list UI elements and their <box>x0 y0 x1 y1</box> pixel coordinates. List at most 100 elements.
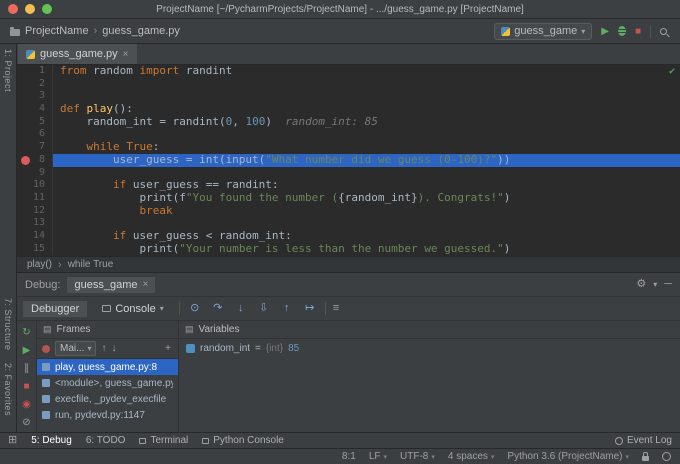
run-configuration-selector[interactable]: guess_game ▾ <box>494 23 592 40</box>
debug-button[interactable] <box>618 26 626 36</box>
tab-guess-game[interactable]: guess_game.py × <box>18 44 137 64</box>
minimize-window-button[interactable] <box>25 4 35 14</box>
variable-icon <box>186 344 195 353</box>
show-execution-point-button[interactable]: ⊙ <box>187 303 203 314</box>
gutter-line-8[interactable]: 8 <box>17 154 53 167</box>
status-bar: 8:1 LF ▾ UTF-8 ▾ 4 spaces ▾ Python 3.6 (… <box>0 448 680 464</box>
close-icon[interactable]: × <box>142 279 148 290</box>
code-line-8[interactable]: 8 user_guess = int(input("What number di… <box>17 154 680 167</box>
gear-icon[interactable]: ⚙ <box>636 279 646 290</box>
gutter-line-12[interactable]: 12 <box>17 205 53 218</box>
lock-icon[interactable] <box>642 456 649 461</box>
code-editor[interactable]: 1from random import randint234def play()… <box>17 65 680 256</box>
rerun-button[interactable]: ↻ <box>22 323 30 341</box>
variables-panel-title: Variables <box>199 324 240 335</box>
frame-item[interactable]: execfile, _pydev_execfile <box>37 391 178 407</box>
code-line-1[interactable]: 1from random import randint <box>17 65 680 78</box>
code-line-15[interactable]: 15 print("Your number is less than the n… <box>17 243 680 256</box>
close-icon[interactable]: × <box>123 49 129 60</box>
inspection-ok-icon: ✔ <box>669 66 675 77</box>
interpreter-selector[interactable]: Python 3.6 (ProjectName) ▾ <box>507 451 629 462</box>
indent-selector[interactable]: 4 spaces ▾ <box>448 451 495 462</box>
frame-item[interactable]: play, guess_game.py:8 <box>37 359 178 375</box>
frame-up-button[interactable]: ↑ <box>101 343 106 354</box>
gutter-line-14[interactable]: 14 <box>17 230 53 243</box>
gutter-line-9[interactable]: 9 <box>17 167 53 180</box>
gutter-line-10[interactable]: 10 <box>17 179 53 192</box>
stop-button[interactable]: ■ <box>635 26 641 37</box>
code-line-2[interactable]: 2 <box>17 78 680 91</box>
view-breakpoints-button[interactable]: ◉ <box>22 395 31 413</box>
hide-toolwindow-icon[interactable]: ─ <box>664 279 672 290</box>
thread-selector-label: Mai... <box>60 343 84 354</box>
gutter-line-6[interactable]: 6 <box>17 128 53 141</box>
toolwindow-button-python-console[interactable]: Python Console <box>202 435 284 446</box>
debug-toolbar: Debugger Console ▾ ⊙ ↷ ↓ ⇩ ↑ ↦ ≡ <box>17 296 680 320</box>
sidebar-item-structure[interactable]: 7: Structure <box>3 298 13 351</box>
add-button[interactable]: + <box>165 343 173 354</box>
frame-item[interactable]: <module>, guess_game.py <box>37 375 178 391</box>
gutter-line-2[interactable]: 2 <box>17 78 53 91</box>
gutter-line-3[interactable]: 3 <box>17 90 53 103</box>
tab-debugger[interactable]: Debugger <box>23 301 87 317</box>
chevron-down-icon: ▾ <box>581 27 585 36</box>
tab-console[interactable]: Console ▾ <box>94 301 171 317</box>
search-everywhere-icon[interactable] <box>660 28 667 35</box>
gutter-line-5[interactable]: 5 <box>17 116 53 129</box>
caret-position[interactable]: 8:1 <box>342 451 356 462</box>
encoding-selector[interactable]: UTF-8 ▾ <box>400 451 435 462</box>
chevron-right-icon: › <box>94 25 98 37</box>
toolwindow-button-debug[interactable]: 5: Debug <box>31 435 72 446</box>
run-button[interactable]: ▶ <box>601 26 609 37</box>
gutter-line-7[interactable]: 7 <box>17 141 53 154</box>
step-into-button[interactable]: ↓ <box>233 303 249 314</box>
step-over-button[interactable]: ↷ <box>210 303 226 314</box>
variable-row[interactable]: random_int = {int} 85 <box>186 343 673 354</box>
breadcrumb-project[interactable]: ProjectName <box>25 25 89 37</box>
stop-debug-button[interactable]: ■ <box>23 377 29 395</box>
step-out-button[interactable]: ↑ <box>279 303 295 314</box>
gutter-line-1[interactable]: 1 <box>17 65 53 78</box>
sidebar-item-favorites[interactable]: 2: Favorites <box>3 363 13 416</box>
event-log-icon <box>615 437 623 445</box>
gutter-line-4[interactable]: 4 <box>17 103 53 116</box>
frame-down-button[interactable]: ↓ <box>111 343 116 354</box>
code-text: user_guess = int(input("What number did … <box>53 154 680 167</box>
gutter-line-13[interactable]: 13 <box>17 217 53 230</box>
titlebar[interactable]: ProjectName [~/PycharmProjects/ProjectNa… <box>0 0 680 19</box>
gutter-line-15[interactable]: 15 <box>17 243 53 256</box>
console-icon <box>102 305 111 312</box>
run-to-cursor-button[interactable]: ↦ <box>302 303 318 314</box>
gutter-line-11[interactable]: 11 <box>17 192 53 205</box>
frame-icon <box>42 363 50 371</box>
run-toolbar: guess_game ▾ ▶ ■ <box>494 23 670 40</box>
project-folder-icon <box>10 29 20 36</box>
code-line-5[interactable]: 5 random_int = randint(0, 100) random_in… <box>17 116 680 129</box>
toolwindow-switcher-icon[interactable]: ⊞ <box>8 435 17 446</box>
code-text <box>53 78 680 91</box>
hector-inspector-icon[interactable] <box>662 452 671 461</box>
close-window-button[interactable] <box>8 4 18 14</box>
variables-panel-header: ▤ Variables <box>179 321 680 339</box>
debugger-tab-label: Debugger <box>31 303 79 315</box>
sidebar-item-project[interactable]: 1: Project <box>3 49 13 92</box>
toolwindow-button-terminal[interactable]: Terminal <box>139 435 188 446</box>
event-log-button[interactable]: Event Log <box>615 435 672 446</box>
force-step-into-button[interactable]: ⇩ <box>256 303 272 314</box>
code-line-12[interactable]: 12 break <box>17 205 680 218</box>
zoom-window-button[interactable] <box>42 4 52 14</box>
resume-button[interactable]: ▶ <box>23 341 31 359</box>
line-separator-selector[interactable]: LF ▾ <box>369 451 387 462</box>
breadcrumb-scope[interactable]: play() <box>27 259 52 270</box>
pause-button[interactable]: ∥ <box>24 359 29 377</box>
mute-breakpoints-button[interactable]: ⊘ <box>22 413 30 431</box>
thread-selector[interactable]: Mai... ▾ <box>55 341 96 356</box>
breadcrumb-block[interactable]: while True <box>68 259 114 270</box>
debug-session-tab[interactable]: guess_game × <box>67 277 155 293</box>
breadcrumb-file[interactable]: guess_game.py <box>102 25 180 37</box>
frame-item[interactable]: run, pydevd.py:1147 <box>37 407 178 423</box>
breakpoint-dot[interactable] <box>21 156 30 165</box>
thread-toolbar: Mai... ▾ ↑ ↓ + <box>37 339 178 359</box>
menu-icon[interactable]: ≡ <box>333 303 339 314</box>
toolwindow-button-todo[interactable]: 6: TODO <box>86 435 126 446</box>
